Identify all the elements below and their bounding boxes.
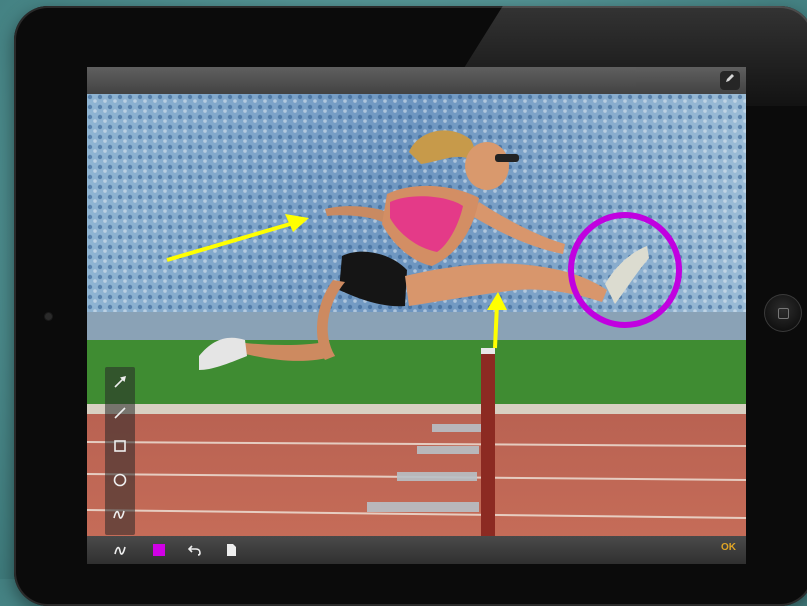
top-toolbar — [87, 67, 746, 94]
rectangle-tool[interactable] — [105, 433, 135, 459]
freehand-tool[interactable] — [105, 501, 135, 527]
undo-button[interactable] — [185, 540, 205, 560]
color-swatch — [153, 544, 165, 556]
page-icon — [227, 544, 236, 556]
scribble-icon — [114, 546, 126, 555]
pencil-icon — [726, 74, 734, 82]
app-screen: OK — [87, 67, 746, 564]
photo-canvas[interactable] — [87, 94, 746, 537]
arrow-icon — [114, 376, 126, 388]
clear-button[interactable] — [221, 540, 241, 560]
arrow-tool[interactable] — [105, 369, 135, 395]
ellipse-tool[interactable] — [105, 467, 135, 493]
home-button[interactable] — [764, 294, 802, 332]
bottom-toolbar: OK — [87, 536, 746, 564]
edit-button[interactable] — [720, 71, 740, 90]
current-tool-button[interactable] — [111, 540, 131, 560]
undo-icon — [188, 545, 201, 556]
line-icon — [114, 407, 126, 419]
front-camera — [45, 313, 52, 320]
ok-button[interactable]: OK — [721, 542, 736, 553]
tool-palette — [105, 367, 135, 535]
scribble-icon — [113, 510, 125, 519]
square-icon — [114, 440, 126, 452]
color-picker-button[interactable] — [149, 540, 169, 560]
circle-icon — [113, 473, 127, 487]
line-tool[interactable] — [105, 400, 135, 426]
